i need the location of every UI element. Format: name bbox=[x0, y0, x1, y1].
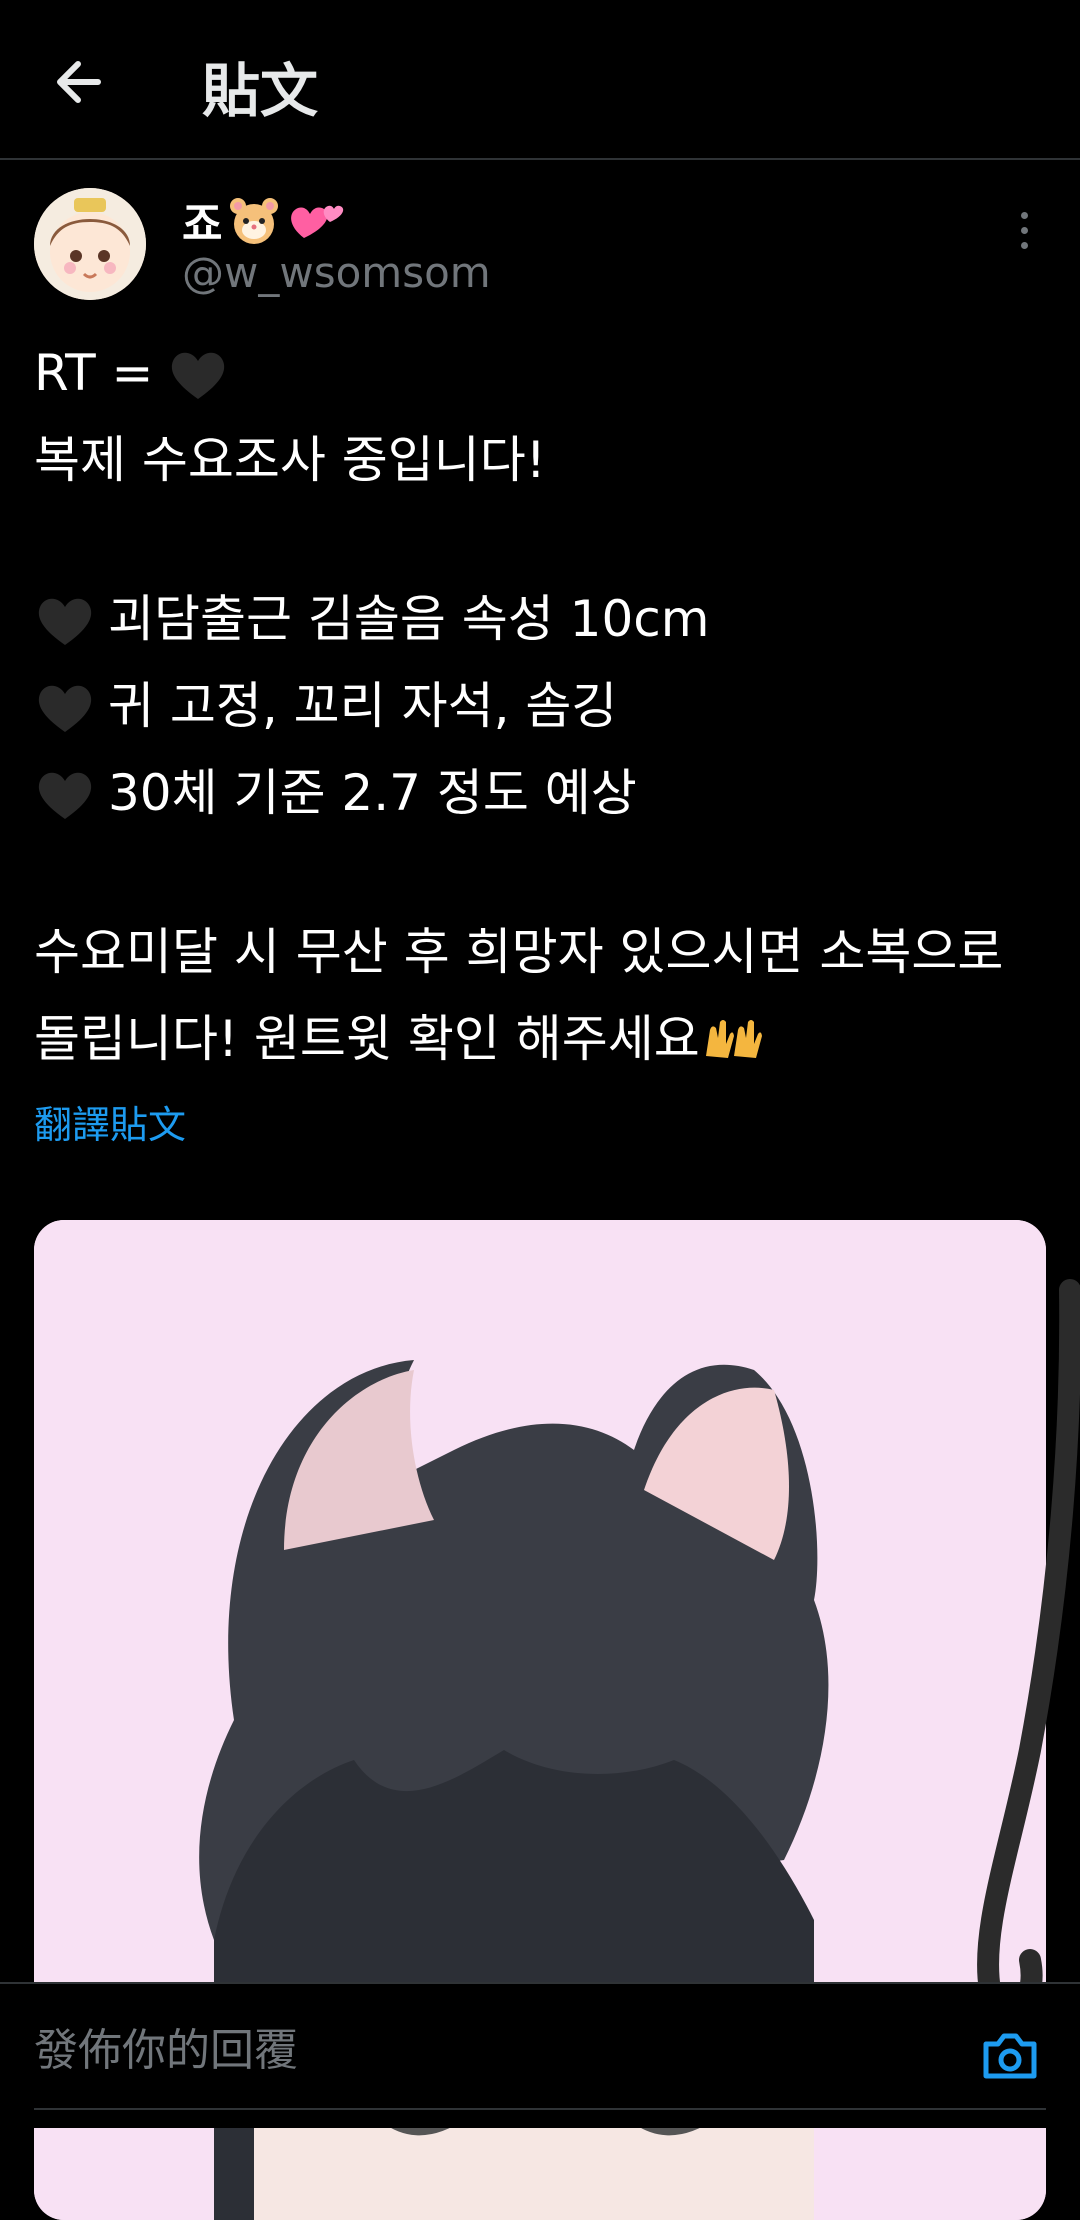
camera-icon[interactable] bbox=[980, 2030, 1040, 2082]
top-app-bar: 貼文 bbox=[0, 0, 1080, 160]
author-handle[interactable]: @w_wsomsom bbox=[182, 248, 491, 297]
drawn-scribble-mark bbox=[977, 1279, 1080, 2023]
back-arrow-icon[interactable] bbox=[50, 52, 110, 112]
post-line-4: 귀 고정, 꼬리 자석, 솜깅 bbox=[34, 663, 1044, 750]
more-options-icon[interactable] bbox=[1012, 212, 1036, 256]
post-line-5: 30체 기준 2.7 정도 예상 bbox=[34, 750, 1044, 837]
page-title: 貼文 bbox=[202, 57, 319, 125]
avatar-illustration bbox=[34, 188, 146, 300]
post-line-3: 괴담출근 김솔음 속성 10cm bbox=[34, 576, 1044, 663]
post-line-1: RT = bbox=[34, 330, 1044, 417]
reply-composer: 發佈你的回覆 bbox=[0, 1982, 1080, 2128]
author-avatar[interactable] bbox=[34, 188, 146, 300]
two-hearts-emoji-icon bbox=[291, 205, 344, 238]
hamster-emoji-icon bbox=[230, 198, 279, 244]
reply-input[interactable]: 發佈你的回覆 bbox=[34, 2014, 298, 2078]
raising-hands-emoji-icon bbox=[705, 1019, 762, 1058]
black-heart-icon bbox=[172, 352, 225, 399]
post-line-2: 복제 수요조사 중입니다! bbox=[34, 431, 546, 489]
post-text: RT = 복제 수요조사 중입니다! 괴담출근 김솔음 속성 10cm 귀 고정… bbox=[34, 330, 1044, 1083]
reply-divider bbox=[34, 2108, 1046, 2110]
black-heart-icon bbox=[38, 772, 92, 819]
translate-post-link[interactable]: 翻譯貼文 bbox=[34, 1094, 186, 1149]
author-name-text: 죠 bbox=[182, 199, 223, 250]
author-name[interactable]: 죠 bbox=[182, 188, 346, 252]
black-heart-icon bbox=[38, 598, 92, 645]
black-heart-icon bbox=[38, 685, 92, 732]
post-line-7: 돌립니다! 원트윗 확인 해주세요 bbox=[34, 996, 1044, 1083]
post-line-6: 수요미달 시 무산 후 희망자 있으시면 소복으로 bbox=[34, 923, 1004, 981]
